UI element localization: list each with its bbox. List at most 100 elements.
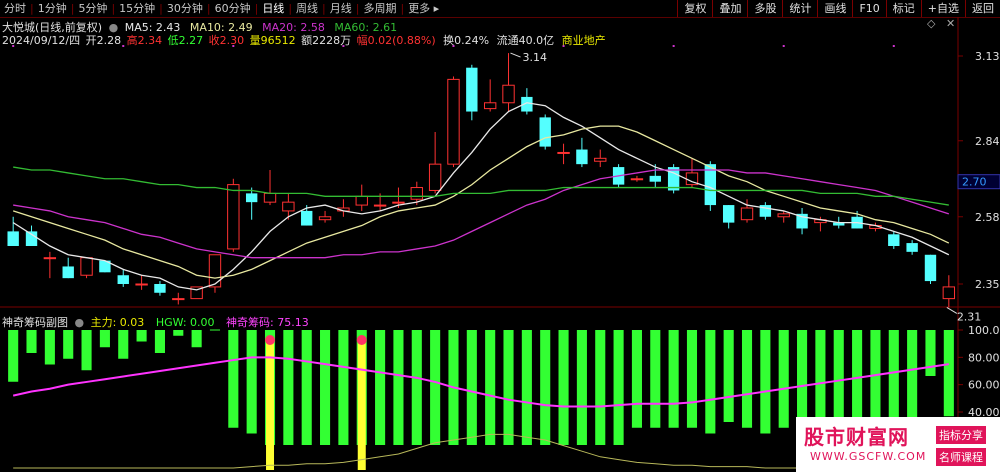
turnover: 换0.24% [443,34,490,47]
green-bar [301,330,312,445]
float-cap: 流通40.0亿 [496,34,555,47]
green-bar [907,330,918,428]
green-bar [778,330,789,428]
high-annotation: 3.14 [523,51,548,64]
green-bar [668,330,679,428]
green-bar [63,330,74,359]
candle-body [539,117,551,147]
candle-body [80,257,93,276]
candle-body [373,204,387,207]
candle-body [208,254,222,288]
candle-body [355,195,368,206]
watermark-url: WWW.GSCFW.COM [810,450,927,463]
chg-label: 幅 [356,34,368,47]
green-bar [852,330,863,422]
candle-body [227,184,240,250]
green-bar [393,330,404,445]
top-marker [672,45,675,47]
candle-body [318,216,332,221]
candle-body [7,231,19,246]
low-label: 低 [167,34,179,47]
close-icon[interactable]: ✕ [946,17,955,30]
candle-body [428,163,442,191]
candle-body [466,67,478,112]
main-force-label: 主力: 0.03 [90,316,145,329]
price-tick-label: 2.35 [975,278,1000,291]
green-bar [228,330,239,428]
green-bar [485,330,496,445]
green-bar [191,330,202,348]
green-bar [558,330,569,445]
green-bar [118,330,129,359]
green-bar [650,330,661,428]
close-value: 2.30 [219,34,245,47]
candle-body [924,254,937,282]
yellow-signal-bar [357,340,366,470]
candle-body [630,178,644,181]
yellow-signal-bar [266,340,275,470]
amt-value: 2228万 [312,34,352,47]
sub-legend-icon[interactable]: ● [75,316,85,329]
candle-body [888,234,900,246]
sub-title: 神奇筹码副图 [2,316,68,329]
sub-tick-label: 60.00 [968,379,1000,392]
green-bar [375,330,386,445]
low-value: 2.27 [178,34,204,47]
current-price-label: 2.70 [962,176,987,189]
price-tick-label: 3.13 [975,50,1000,63]
green-bar [338,330,349,445]
signal-heart-icon [265,335,276,345]
chg-value: 0.02(0.88%) [367,34,436,47]
green-bar [576,330,587,445]
chip-line [12,356,949,408]
green-bar [521,330,532,445]
ma5-line [12,102,950,291]
candle-body [172,298,185,301]
high-pointer [510,52,521,58]
green-bar [797,330,808,428]
green-bar [723,330,734,422]
candle-body [942,286,956,300]
candle-body [62,266,74,279]
green-bar [760,330,771,434]
candle-body [777,213,790,218]
price-tick-label: 2.84 [975,135,1000,148]
green-bar [283,330,294,445]
green-bar [741,330,753,428]
green-bar [503,330,514,445]
green-bar [99,330,110,348]
candle-body [576,149,588,165]
green-bar [136,330,147,342]
green-bar [26,330,37,353]
candle-body [135,283,148,286]
green-bar [411,330,422,445]
candle-body [447,78,460,165]
green-bar [81,330,92,371]
candle-body [557,151,570,154]
green-bar [430,330,441,445]
vol-value: 96512 [260,34,296,47]
sector[interactable]: 商业地产 [562,34,606,47]
watermark-site: 股市财富网 [804,425,909,449]
sub-tick-label: 80.00 [968,351,1000,364]
candle-body [906,243,918,252]
price-tick-label: 2.58 [975,211,1000,224]
date-label: 2024/09/12/四 [2,34,81,47]
candle-body [594,157,607,162]
candle-body [410,187,423,200]
open-value: 2.28 [96,34,122,47]
diamond-icon[interactable]: ◇ [927,17,935,30]
green-bar [540,330,551,445]
candle-body [649,175,661,182]
top-marker [782,45,785,47]
candle-body [263,192,277,203]
green-bar [888,330,899,422]
green-bar [943,330,954,417]
close-label: 收 [208,34,220,47]
high-value: 2.34 [137,34,163,47]
green-bar [320,330,331,445]
green-bar [631,330,642,428]
green-bar [613,330,624,445]
green-bar [154,330,165,353]
hgw-label: HGW: 0.00 [155,316,215,329]
